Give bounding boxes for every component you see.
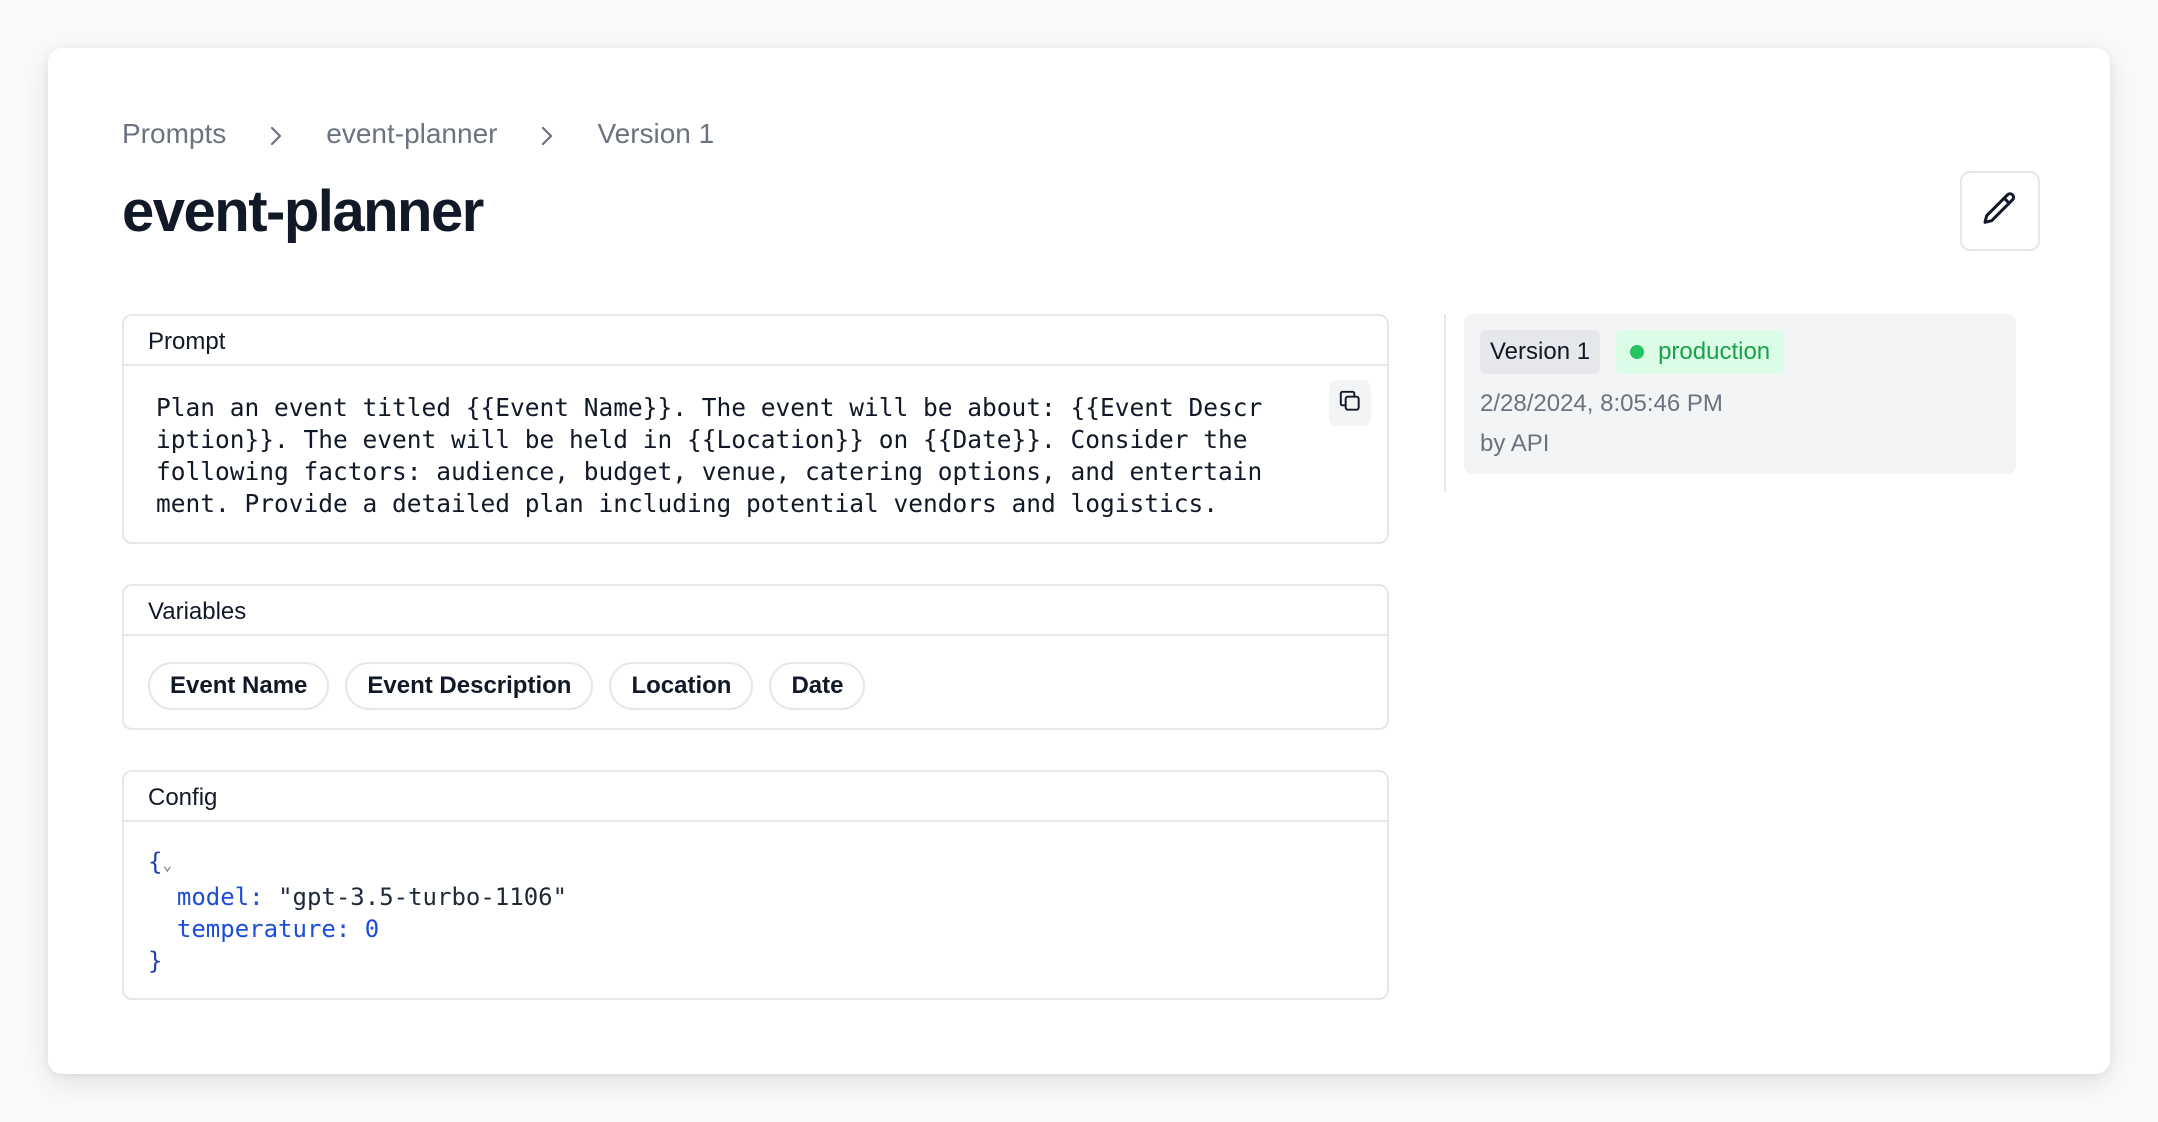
page-title: event-planner <box>122 179 484 244</box>
variable-chip[interactable]: Location <box>609 662 754 710</box>
config-json: {⌄ model: "gpt-3.5-turbo-1106" temperatu… <box>124 822 1387 1001</box>
prompt-panel: Prompt Plan an event titled {{Event Name… <box>122 314 1389 544</box>
copy-icon <box>1337 388 1363 419</box>
prompt-detail-card: Prompts event-planner Version 1 event-pl… <box>48 48 2110 1074</box>
json-open-brace: { <box>148 848 163 876</box>
json-temperature-value: 0 <box>364 915 380 943</box>
json-temperature-key: temperature: <box>176 915 351 943</box>
version-item[interactable]: Version 1 production 2/28/2024, 8:05:46 … <box>1464 314 2016 474</box>
breadcrumb-event-planner[interactable]: event-planner <box>326 118 497 150</box>
config-panel: Config {⌄ model: "gpt-3.5-turbo-1106" te… <box>122 770 1389 1000</box>
variable-chip[interactable]: Event Name <box>148 662 330 710</box>
prompt-panel-header: Prompt <box>124 316 1387 366</box>
copy-button[interactable] <box>1329 380 1371 426</box>
json-temperature-line: temperature: 0 <box>148 913 1363 945</box>
config-panel-header: Config <box>124 772 1387 822</box>
version-author: by API <box>1480 430 1550 457</box>
variable-chip[interactable]: Event Description <box>345 662 594 710</box>
versions-divider <box>1444 314 1446 492</box>
json-close-brace: } <box>148 947 163 975</box>
json-model-key: model: <box>176 883 264 911</box>
breadcrumb-version[interactable]: Version 1 <box>597 118 714 150</box>
version-timestamp: 2/28/2024, 8:05:46 PM <box>1480 390 1723 417</box>
variables-list: Event Name Event Description Location Da… <box>124 636 1387 736</box>
json-model-line: model: "gpt-3.5-turbo-1106" <box>148 881 1363 913</box>
chevron-down-icon[interactable]: ⌄ <box>162 855 172 874</box>
chevron-right-icon <box>521 118 573 150</box>
variables-panel: Variables Event Name Event Description L… <box>122 584 1389 730</box>
status-badge: production <box>1616 330 1785 374</box>
pencil-icon <box>1980 189 2020 234</box>
json-close-line: } <box>148 945 1363 977</box>
breadcrumb-prompts[interactable]: Prompts <box>122 118 226 150</box>
variables-panel-header: Variables <box>124 586 1387 636</box>
version-header: Version 1 production <box>1480 330 1785 374</box>
variable-chip[interactable]: Date <box>769 662 866 710</box>
version-label: Version 1 <box>1480 330 1601 374</box>
edit-button[interactable] <box>1960 171 2040 251</box>
status-dot-icon <box>1630 345 1645 359</box>
json-open-line: {⌄ <box>148 846 1363 881</box>
prompt-text: Plan an event titled {{Event Name}}. The… <box>156 393 1263 518</box>
chevron-right-icon <box>250 118 302 150</box>
status-badge-label: production <box>1658 338 1771 365</box>
breadcrumb: Prompts event-planner Version 1 <box>122 118 714 150</box>
json-model-value: "gpt-3.5-turbo-1106" <box>278 883 568 911</box>
